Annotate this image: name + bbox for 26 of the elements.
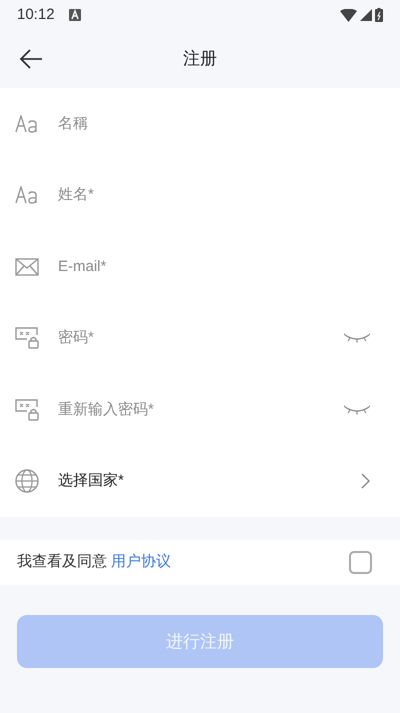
password-lock-icon <box>15 398 39 421</box>
screen-title: 注册 <box>183 48 217 70</box>
agreement-text: 我查看及同意 <box>17 552 107 572</box>
wifi-icon <box>340 8 357 22</box>
agreement-checkbox[interactable] <box>349 551 372 574</box>
font-icon <box>15 114 39 133</box>
notification-icon <box>68 9 81 21</box>
globe-icon <box>15 469 39 494</box>
input-field[interactable]: 姓名* <box>58 184 370 206</box>
country-select[interactable]: 选择国家* <box>58 470 361 492</box>
input-field[interactable]: E-mail* <box>58 256 370 278</box>
closed-eye-icon[interactable] <box>344 333 370 344</box>
status-time: 10:12 <box>17 4 55 25</box>
input-field[interactable]: 密码* <box>58 327 344 350</box>
chevron-right-icon <box>361 473 370 490</box>
input-field[interactable]: 名稱 <box>58 112 370 135</box>
back-arrow-icon <box>19 49 43 69</box>
closed-eye-icon[interactable] <box>344 404 370 415</box>
envelope-icon <box>15 258 39 276</box>
input-field[interactable]: 重新输入密码* <box>58 398 344 421</box>
battery-icon <box>375 8 383 22</box>
password-lock-icon <box>15 327 39 350</box>
user-agreement-link[interactable]: 用户协议 <box>111 551 171 574</box>
back-button[interactable] <box>18 47 44 71</box>
signal-icon <box>360 9 372 21</box>
font-icon <box>15 186 39 204</box>
